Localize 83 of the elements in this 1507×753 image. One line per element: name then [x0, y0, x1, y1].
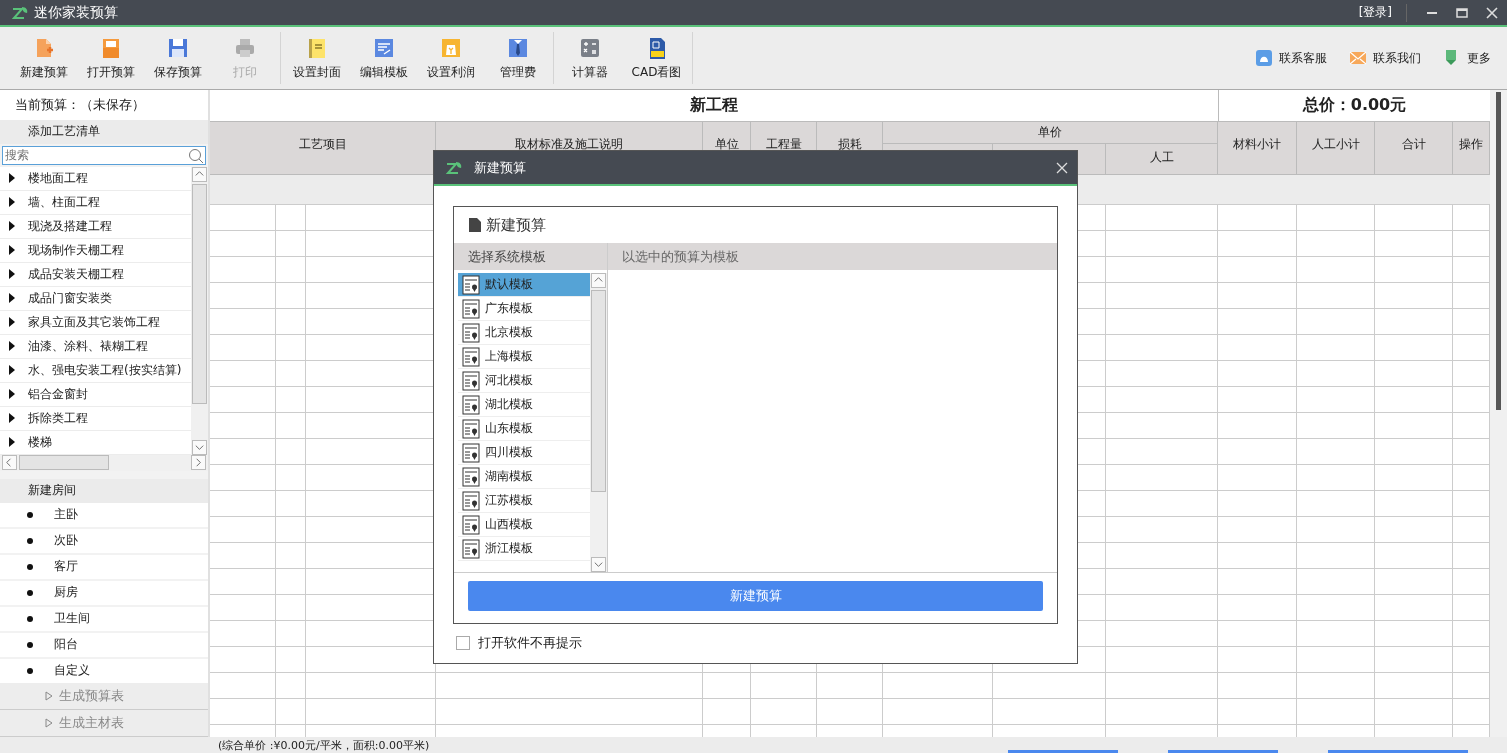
login-link[interactable]: [登录] [1358, 4, 1392, 21]
city-map-icon [462, 538, 480, 559]
scrollbar-thumb[interactable] [591, 290, 606, 492]
window-title: 迷你家装预算 [34, 3, 118, 22]
template-item[interactable]: 浙江模板 [458, 537, 590, 561]
toolbar-button[interactable]: 新建预算 [10, 35, 77, 81]
template-item[interactable]: 山西模板 [458, 513, 590, 537]
chat-icon [1255, 49, 1273, 67]
mail-icon [1349, 49, 1367, 67]
scroll-down-button[interactable] [591, 557, 606, 572]
scroll-up-button[interactable] [591, 273, 606, 288]
template-item[interactable]: 上海模板 [458, 345, 590, 369]
search-icon [188, 147, 204, 163]
column-header: 材料小计 [1218, 122, 1297, 174]
close-icon [1486, 6, 1498, 19]
dialog-heading: 新建预算 [486, 215, 546, 235]
total-price: 总价：0.00元 [1302, 95, 1407, 116]
tree-item[interactable]: 楼地面工程 [0, 166, 191, 191]
column-header: 人工小计 [1297, 122, 1375, 174]
template-item[interactable]: 江苏模板 [458, 489, 590, 513]
toolbar-button[interactable]: 设置封面 [283, 35, 350, 81]
document-icon [468, 217, 482, 233]
room-item[interactable]: 客厅 [0, 554, 208, 579]
city-map-icon [462, 394, 480, 415]
city-map-icon [462, 514, 480, 535]
city-map-icon [462, 490, 480, 511]
maximize-icon [1456, 6, 1468, 19]
toolbar-button[interactable]: CAD看图 [623, 35, 690, 81]
template-item[interactable]: 山东模板 [458, 417, 590, 441]
scrollbar-thumb[interactable] [1496, 92, 1501, 410]
logo-icon [444, 160, 464, 175]
current-budget-label: 当前预算：（未保存） [15, 95, 145, 114]
room-item[interactable]: 厨房 [0, 580, 208, 605]
city-map-icon [462, 418, 480, 439]
contact-link[interactable]: 更多 [1443, 49, 1491, 67]
room-item[interactable]: 自定义 [0, 658, 208, 683]
room-item[interactable]: 主卧 [0, 502, 208, 527]
template-item[interactable]: 北京模板 [458, 321, 590, 345]
logo-icon [10, 5, 30, 20]
toolbar-button[interactable]: 编辑模板 [350, 35, 417, 81]
checkbox[interactable] [456, 636, 470, 650]
template-item[interactable]: 默认模板 [458, 273, 590, 297]
toolbar-button[interactable]: 管理费 [484, 35, 551, 81]
play-icon [45, 717, 53, 728]
column-header: 合计 [1375, 122, 1453, 174]
template-item[interactable]: 广东模板 [458, 297, 590, 321]
checkbox-label: 打开软件不再提示 [478, 634, 582, 652]
city-map-icon [462, 466, 480, 487]
toolbar-button[interactable]: 计算器 [556, 35, 623, 81]
scrollbar-thumb[interactable] [192, 183, 207, 404]
column-header: 单价 [883, 122, 1218, 143]
scrollbar-thumb[interactable] [19, 455, 109, 471]
play-icon [45, 690, 53, 701]
template-item[interactable]: 湖北模板 [458, 393, 590, 417]
city-map-icon [462, 322, 480, 343]
toolbar-button[interactable]: 打开预算 [77, 35, 144, 81]
section-header: 添加工艺清单 [28, 123, 100, 141]
template-item[interactable]: 湖南模板 [458, 465, 590, 489]
toolbar-button[interactable]: 保存预算 [144, 35, 211, 81]
city-map-icon [462, 298, 480, 319]
room-item[interactable]: 阳台 [0, 632, 208, 657]
template-item[interactable]: 河北模板 [458, 369, 590, 393]
dialog-title: 新建预算 [474, 158, 526, 177]
city-map-icon [462, 370, 480, 391]
column-header: 人工 [1106, 143, 1218, 174]
section-header: 新建房间 [28, 482, 76, 500]
template-item[interactable]: 四川模板 [458, 441, 590, 465]
city-map-icon [462, 274, 480, 295]
search-field[interactable]: 搜索 [2, 145, 206, 165]
scroll-up-button[interactable] [192, 166, 207, 182]
toolbar-button[interactable]: 设置利润 [417, 35, 484, 81]
contact-link[interactable]: 联系我们 [1349, 49, 1421, 67]
city-map-icon [462, 442, 480, 463]
scroll-right-button[interactable] [191, 455, 206, 471]
scroll-left-button[interactable] [2, 455, 17, 471]
close-icon [1056, 161, 1068, 174]
contact-link[interactable]: 联系客服 [1255, 49, 1327, 67]
room-item[interactable]: 卫生间 [0, 606, 208, 631]
city-map-icon [462, 346, 480, 367]
status-text: (综合单价 :¥0.00元/平米，面积:0.00平米) [218, 737, 430, 753]
scroll-down-button[interactable] [192, 439, 207, 455]
project-title: 新工程 [690, 95, 738, 116]
room-item[interactable]: 次卧 [0, 528, 208, 553]
